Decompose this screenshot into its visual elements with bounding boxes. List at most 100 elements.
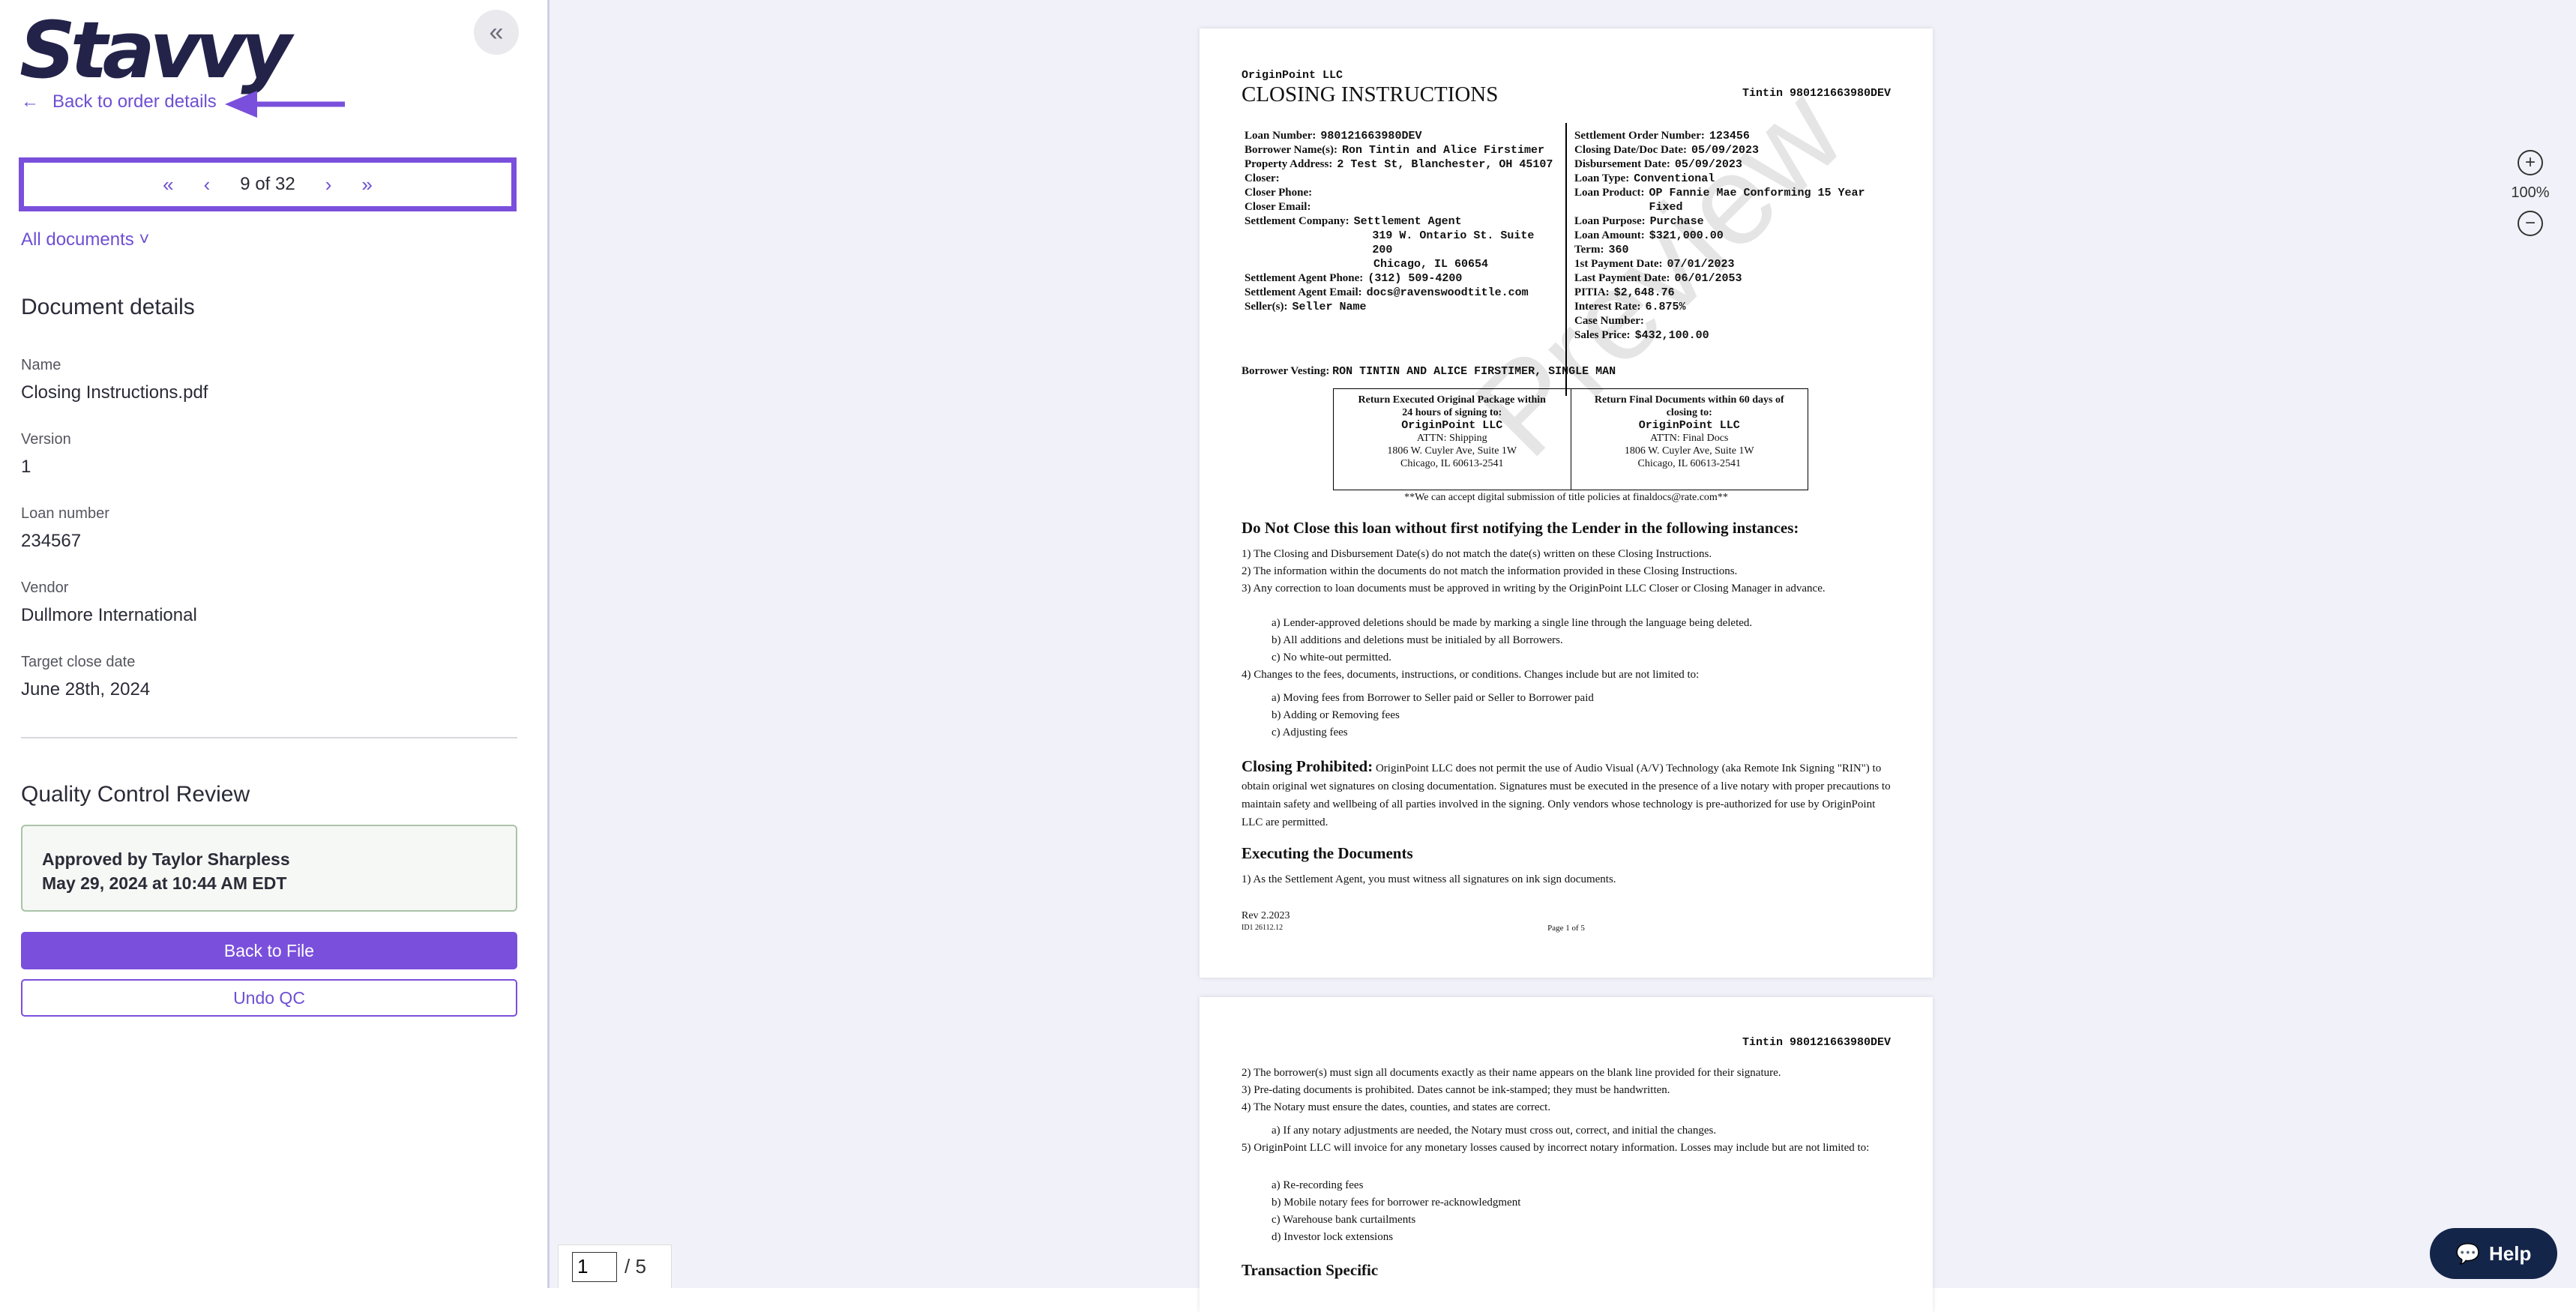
right-key: Closing Date/Doc Date: (1574, 144, 1687, 156)
left-value: 2 Test St, Blanchester, OH 45107 (1337, 158, 1553, 171)
undo-qc-button[interactable]: Undo QC (21, 979, 517, 1017)
left-row: 319 W. Ontario St. Suite 200 (1245, 229, 1559, 257)
right-value: $432,100.00 (1634, 329, 1709, 342)
box-line: closing to: (1666, 407, 1712, 418)
right-key: Loan Type: (1574, 172, 1630, 184)
do-not-close-heading: Do Not Close this loan without first not… (1242, 519, 1799, 537)
box-line: OriginPoint LLC (1401, 419, 1503, 432)
box-line: Return Final Documents within 60 days of (1594, 394, 1784, 406)
left-value: Seller Name (1292, 301, 1367, 313)
page-number-input[interactable] (572, 1251, 617, 1282)
zoom-out-icon[interactable]: − (2518, 211, 2543, 236)
box-line: Return Executed Original Package within (1358, 394, 1546, 406)
left-row: Closer: (1245, 172, 1559, 186)
zoom-level: 100% (2511, 184, 2550, 201)
vesting-label: Borrower Vesting: (1242, 365, 1330, 377)
do-not-close-list: 1) The Closing and Disbursement Date(s) … (1242, 547, 1891, 743)
chat-bubble-icon: 💬 (2455, 1242, 2481, 1265)
left-value: Settlement Agent (1353, 215, 1462, 228)
right-row: Loan Type: Conventional (1574, 172, 1897, 186)
transaction-specific-heading: Transaction Specific (1242, 1261, 1379, 1279)
right-value: OP Fannie Mae Conforming 15 Year Fixed (1649, 187, 1865, 214)
borrower-vesting: Borrower Vesting: RON TINTIN AND ALICE F… (1242, 364, 1616, 379)
arrow-left-icon: ← (21, 91, 39, 112)
box-line: 24 hours of signing to: (1402, 407, 1502, 418)
first-document-icon[interactable]: « (163, 173, 173, 196)
right-value: 05/09/2023 (1691, 144, 1759, 157)
name-value: Closing Instructions.pdf (21, 382, 208, 403)
left-value: Ron Tintin and Alice Firstimer (1341, 144, 1545, 157)
list1-sub-b: b) All additions and deletions must be i… (1272, 634, 1563, 646)
zoom-controls: + 100% − (2504, 150, 2557, 236)
right-key: Sales Price: (1574, 329, 1631, 341)
doc-header-id: Tintin 980121663980DEV (1742, 87, 1891, 100)
box-line: 1806 W. Cuyler Ave, Suite 1W (1624, 445, 1754, 457)
right-value: 05/09/2023 (1674, 158, 1742, 171)
doc-header-id-p2: Tintin 980121663980DEV (1742, 1036, 1891, 1049)
collapse-sidebar-button[interactable]: « (474, 10, 519, 55)
sidebar: Stavvy « ← Back to order details « ‹ 9 o… (0, 0, 550, 1288)
previous-document-icon[interactable]: ‹ (204, 173, 211, 196)
all-documents-label: All documents (21, 229, 134, 250)
document-viewer[interactable]: Preview OriginPoint LLC CLOSING INSTRUCT… (550, 0, 2576, 1312)
p2-item-5d: d) Investor lock extensions (1272, 1231, 1394, 1243)
right-key: Term: (1574, 244, 1604, 256)
return-final-documents: Return Final Documents within 60 days of… (1570, 389, 1808, 490)
left-value: Chicago, IL 60654 (1373, 258, 1489, 271)
left-row: Settlement Company: Settlement Agent (1245, 214, 1559, 229)
stavvy-logo: Stavvy (19, 4, 292, 96)
divider (21, 737, 517, 738)
all-documents-dropdown[interactable]: All documents ˅ (21, 229, 149, 250)
right-key: Loan Product: (1574, 187, 1645, 199)
left-row: Borrower Name(s): Ron Tintin and Alice Fi… (1245, 143, 1559, 157)
list1-sub-c: c) No white-out permitted. (1272, 652, 1391, 663)
right-key: 1st Payment Date: (1574, 258, 1663, 270)
right-row: Loan Product: OP Fannie Mae Conforming 15… (1574, 186, 1897, 214)
zoom-in-icon[interactable]: + (2518, 150, 2543, 175)
item4-sub-a: a) Moving fees from Borrower to Seller p… (1272, 692, 1594, 704)
list1-item-2: 2) The information within the documents … (1242, 565, 1738, 577)
target-close-date-label: Target close date (21, 654, 136, 670)
annotation-arrow-icon (225, 91, 345, 118)
vesting-value: RON TINTIN AND ALICE FIRSTIMER, SINGLE M… (1332, 365, 1616, 378)
qc-approval-box: Approved by Taylor Sharpless May 29, 202… (21, 825, 517, 912)
right-row: Sales Price: $432,100.00 (1574, 328, 1897, 343)
item4-sub-b: b) Adding or Removing fees (1272, 709, 1400, 721)
double-chevron-left-icon: « (489, 17, 504, 46)
version-label: Version (21, 431, 71, 448)
right-key: Interest Rate: (1574, 301, 1641, 313)
last-document-icon[interactable]: » (361, 173, 372, 196)
left-key: Closer Phone: (1245, 187, 1313, 199)
right-key: PITIA: (1574, 286, 1610, 298)
back-to-file-button[interactable]: Back to File (21, 932, 517, 969)
executing-heading: Executing the Documents (1242, 844, 1413, 862)
page-navigator: / 5 (558, 1245, 672, 1288)
right-value: 07/01/2023 (1667, 258, 1735, 271)
right-row: Disbursement Date: 05/09/2023 (1574, 157, 1897, 172)
next-document-icon[interactable]: › (325, 173, 332, 196)
right-key: Case Number: (1574, 315, 1644, 327)
right-row: Last Payment Date: 06/01/2053 (1574, 271, 1897, 286)
right-value: $2,648.76 (1613, 286, 1675, 299)
p2-item-4a: a) If any notary adjustments are needed,… (1272, 1125, 1717, 1137)
right-value: Purchase (1649, 215, 1704, 228)
vendor-value: Dullmore International (21, 605, 197, 625)
help-button[interactable]: 💬 Help (2430, 1228, 2557, 1279)
doc-company: OriginPoint LLC (1242, 69, 1343, 82)
right-value: 06/01/2053 (1674, 272, 1742, 285)
chevron-down-icon: ˅ (139, 229, 150, 250)
revision-label: Rev 2.2023 (1242, 910, 1290, 921)
box-line: OriginPoint LLC (1638, 419, 1740, 432)
right-value: $321,000.00 (1649, 229, 1724, 242)
back-to-order-details-link[interactable]: ← Back to order details (21, 91, 217, 112)
loan-info-left: Loan Number: 980121663980DEV Borrower Name… (1245, 129, 1559, 314)
closing-prohibited: Closing Prohibited: OriginPoint LLC does… (1242, 757, 1891, 831)
list1-item-4: 4) Changes to the fees, documents, instr… (1242, 669, 1700, 681)
vendor-label: Vendor (21, 580, 69, 596)
left-row: Chicago, IL 60654 (1245, 257, 1559, 271)
name-label: Name (21, 357, 61, 373)
list1-sub-a: a) Lender-approved deletions should be m… (1272, 617, 1753, 629)
p2-item-5a: a) Re-recording fees (1272, 1179, 1364, 1191)
p2-item-3: 3) Pre-dating documents is prohibited. D… (1242, 1084, 1670, 1096)
left-key: Settlement Agent Phone: (1245, 272, 1364, 284)
